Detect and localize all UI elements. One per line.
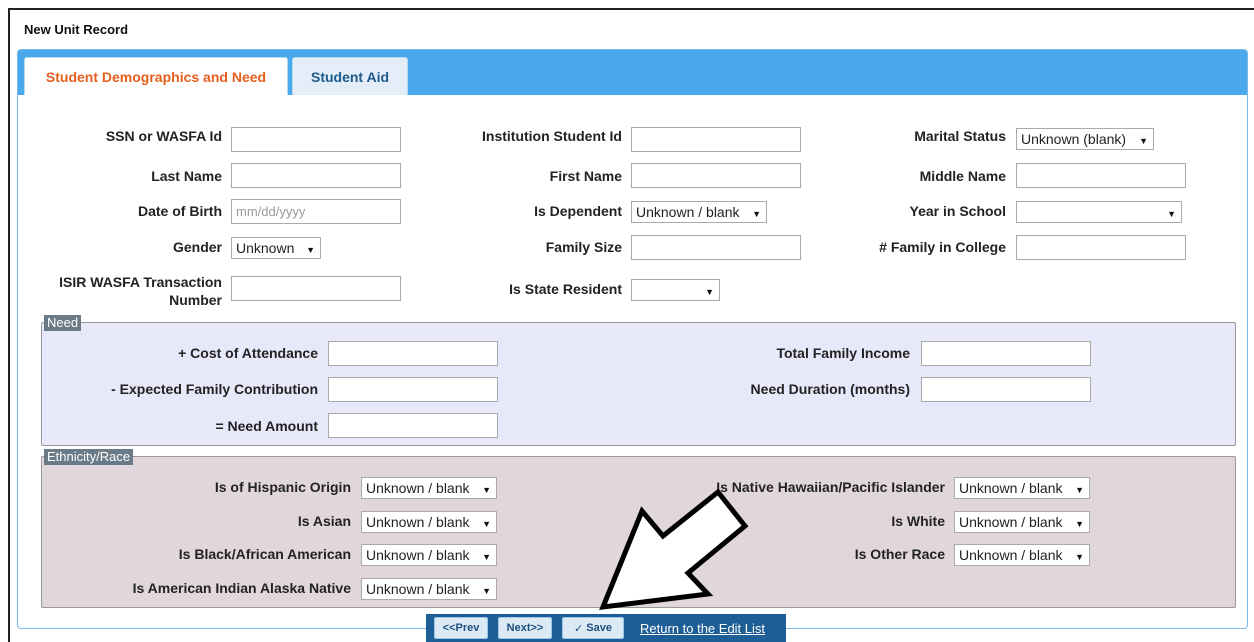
return-to-edit-list-link[interactable]: Return to the Edit List <box>640 621 765 636</box>
is-dependent-select[interactable]: Unknown / blank ▼ <box>631 201 767 223</box>
white-select[interactable]: Unknown / blank ▼ <box>954 511 1090 533</box>
ssn-label: SSN or WASFA Id <box>105 128 222 144</box>
caret-down-icon: ▼ <box>482 519 491 529</box>
state-resident-select[interactable]: ▼ <box>631 279 720 301</box>
year-in-school-label: Year in School <box>909 203 1006 219</box>
middle-name-input[interactable] <box>1016 163 1186 188</box>
save-label: Save <box>586 622 612 634</box>
asian-label: Is Asian <box>297 513 351 529</box>
first-name-input[interactable] <box>631 163 801 188</box>
white-value: Unknown / blank <box>959 514 1063 530</box>
white-label: Is White <box>891 513 945 529</box>
hispanic-label: Is of Hispanic Origin <box>214 479 351 495</box>
checkmark-icon: ✓ <box>574 622 584 635</box>
american-indian-value: Unknown / blank <box>366 581 470 597</box>
american-indian-label: Is American Indian Alaska Native <box>132 580 351 596</box>
efc-label: - Expected Family Contribution <box>111 381 318 397</box>
need-duration-input[interactable] <box>921 377 1091 402</box>
prev-button[interactable]: <<Prev <box>434 617 488 639</box>
gender-label: Gender <box>172 239 222 255</box>
save-button[interactable]: ✓ Save <box>562 617 624 639</box>
caret-down-icon: ▼ <box>1075 552 1084 562</box>
hispanic-select[interactable]: Unknown / blank ▼ <box>361 477 497 499</box>
native-hawaiian-select[interactable]: Unknown / blank ▼ <box>954 477 1090 499</box>
hispanic-value: Unknown / blank <box>366 480 470 496</box>
caret-down-icon: ▼ <box>1075 519 1084 529</box>
other-race-value: Unknown / blank <box>959 547 1063 563</box>
last-name-label: Last Name <box>151 168 222 184</box>
year-in-school-select[interactable]: ▼ <box>1016 201 1182 223</box>
isir-label-line1: ISIR WASFA Transaction <box>59 274 222 290</box>
dob-label: Date of Birth <box>138 203 222 219</box>
isir-label-line2: Number <box>169 292 222 308</box>
family-in-college-input[interactable] <box>1016 235 1186 260</box>
dob-input[interactable] <box>231 199 401 224</box>
tab-student-aid[interactable]: Student Aid <box>292 57 408 95</box>
caret-down-icon: ▼ <box>482 552 491 562</box>
institution-id-input[interactable] <box>631 127 801 152</box>
caret-down-icon: ▼ <box>482 586 491 596</box>
ethnicity-legend: Ethnicity/Race <box>44 449 134 465</box>
first-name-label: First Name <box>549 168 622 184</box>
need-legend: Need <box>44 315 82 331</box>
caret-down-icon: ▼ <box>1167 209 1176 219</box>
is-dependent-value: Unknown / blank <box>636 204 740 220</box>
tab-student-demographics[interactable]: Student Demographics and Need <box>24 57 288 95</box>
native-hawaiian-value: Unknown / blank <box>959 480 1063 496</box>
last-name-input[interactable] <box>231 163 401 188</box>
state-resident-label: Is State Resident <box>509 281 622 297</box>
family-in-college-label: # Family in College <box>879 239 1006 255</box>
gender-value: Unknown <box>236 240 295 256</box>
caret-down-icon: ▼ <box>752 209 761 219</box>
need-amount-input[interactable] <box>328 413 498 438</box>
other-race-label: Is Other Race <box>854 546 945 562</box>
is-dependent-label: Is Dependent <box>534 203 622 219</box>
next-button[interactable]: Next>> <box>498 617 552 639</box>
caret-down-icon: ▼ <box>482 485 491 495</box>
efc-input[interactable] <box>328 377 498 402</box>
cost-of-attendance-input[interactable] <box>328 341 498 366</box>
institution-id-label: Institution Student Id <box>482 128 622 144</box>
total-family-income-label: Total Family Income <box>776 345 910 361</box>
total-family-income-input[interactable] <box>921 341 1091 366</box>
gender-select[interactable]: Unknown ▼ <box>231 237 321 259</box>
caret-down-icon: ▼ <box>1075 485 1084 495</box>
marital-status-select[interactable]: Unknown (blank) ▼ <box>1016 128 1154 150</box>
asian-select[interactable]: Unknown / blank ▼ <box>361 511 497 533</box>
black-value: Unknown / blank <box>366 547 470 563</box>
tab-bar: Student Demographics and Need Student Ai… <box>18 50 1247 95</box>
cost-of-attendance-label: + Cost of Attendance <box>178 345 318 361</box>
caret-down-icon: ▼ <box>1139 136 1148 146</box>
caret-down-icon: ▼ <box>306 245 315 255</box>
black-label: Is Black/African American <box>178 546 351 562</box>
other-race-select[interactable]: Unknown / blank ▼ <box>954 544 1090 566</box>
asian-value: Unknown / blank <box>366 514 470 530</box>
marital-status-label: Marital Status <box>914 128 1006 144</box>
family-size-input[interactable] <box>631 235 801 260</box>
native-hawaiian-label: Is Native Hawaiian/Pacific Islander <box>716 479 945 495</box>
isir-input[interactable] <box>231 276 401 301</box>
marital-status-value: Unknown (blank) <box>1021 131 1127 147</box>
window-title: New Unit Record <box>24 22 129 37</box>
footer-toolbar: <<Prev Next>> ✓ Save Return to the Edit L… <box>426 614 786 642</box>
ssn-input[interactable] <box>231 127 401 152</box>
caret-down-icon: ▼ <box>705 287 714 297</box>
need-amount-label: = Need Amount <box>215 418 318 434</box>
middle-name-label: Middle Name <box>919 168 1006 184</box>
black-select[interactable]: Unknown / blank ▼ <box>361 544 497 566</box>
american-indian-select[interactable]: Unknown / blank ▼ <box>361 578 497 600</box>
need-duration-label: Need Duration (months) <box>750 381 910 397</box>
family-size-label: Family Size <box>545 239 622 255</box>
